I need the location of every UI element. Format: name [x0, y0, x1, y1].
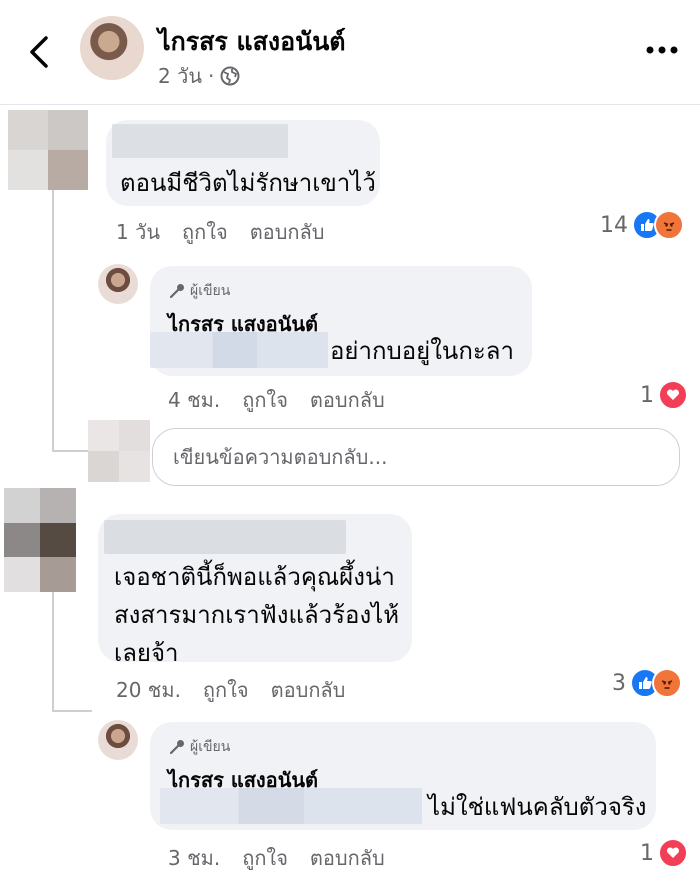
thread-line	[52, 190, 54, 452]
angry-reaction-icon	[652, 668, 682, 698]
microphone-icon	[169, 284, 184, 299]
mentioned-name-blurred	[160, 788, 422, 824]
post-meta: 2 วัน ·	[158, 60, 240, 92]
comment-bubble[interactable]: ตอนมีชีวิตไม่รักษาเขาไว้	[106, 120, 380, 206]
like-button[interactable]: ถูกใจ	[203, 674, 249, 706]
comment-text: ตอนมีชีวิตไม่รักษาเขาไว้	[120, 169, 376, 197]
commenter-avatar[interactable]	[4, 488, 76, 592]
reaction-count: 14	[600, 212, 628, 238]
viewer-avatar	[88, 420, 150, 482]
love-reaction-icon	[658, 380, 688, 410]
reply-input-placeholder: เขียนข้อความตอบกลับ...	[173, 445, 388, 469]
author-badge: ผู้เขียน	[168, 736, 230, 758]
comment-bubble[interactable]: เจอชาตินี้ก็พอแล้วคุณผึ้งน่า สงสารมากเรา…	[98, 514, 412, 667]
meta-separator: ·	[207, 64, 215, 88]
reply-author-avatar[interactable]	[98, 720, 138, 760]
love-reaction-icon	[658, 838, 688, 868]
thread-branch	[52, 450, 92, 452]
reply-author-avatar[interactable]	[98, 264, 138, 304]
more-horizontal-icon[interactable]	[644, 38, 680, 62]
reply-input[interactable]: เขียนข้อความตอบกลับ...	[152, 428, 680, 486]
author-badge: ผู้เขียน	[168, 280, 230, 302]
post-header: ไกรสร แสงอนันต์ 2 วัน ·	[0, 0, 700, 105]
reaction-count: 3	[612, 670, 626, 696]
commenter-name-blurred	[112, 124, 288, 158]
reply-bubble[interactable]: ผู้เขียน ไกรสร แสงอนันต์ ไม่ใช่แฟนคลับตั…	[150, 722, 656, 830]
thread-line	[52, 592, 54, 712]
mentioned-name-blurred	[150, 332, 328, 368]
thread-branch	[52, 710, 92, 712]
reply-actions: 4 ชม. ถูกใจ ตอบกลับ	[168, 384, 385, 416]
reply-bubble[interactable]: ผู้เขียน ไกรสร แสงอนันต์ อย่ากบอยู่ในกะล…	[150, 266, 532, 376]
globe-icon	[220, 66, 240, 86]
reaction-summary[interactable]: 1	[640, 380, 688, 410]
reply-button[interactable]: ตอบกลับ	[310, 842, 385, 874]
reply-actions: 3 ชม. ถูกใจ ตอบกลับ	[168, 842, 385, 874]
like-button[interactable]: ถูกใจ	[242, 384, 288, 416]
reply-time[interactable]: 4 ชม.	[168, 384, 220, 416]
post-time[interactable]: 2 วัน	[158, 60, 202, 92]
microphone-icon	[169, 740, 184, 755]
reply-text: ไม่ใช่แฟนคลับตัวจริง	[428, 793, 647, 821]
comment-time[interactable]: 20 ชม.	[116, 674, 181, 706]
reaction-count: 1	[640, 840, 654, 866]
reply-button[interactable]: ตอบกลับ	[271, 674, 346, 706]
angry-reaction-icon	[654, 210, 684, 240]
reaction-summary[interactable]: 14	[600, 210, 684, 240]
reaction-summary[interactable]: 1	[640, 838, 688, 868]
comment-time[interactable]: 1 วัน	[116, 216, 160, 248]
reaction-summary[interactable]: 3	[612, 668, 682, 698]
comment-actions: 1 วัน ถูกใจ ตอบกลับ	[116, 216, 324, 248]
author-badge-label: ผู้เขียน	[190, 739, 231, 755]
commenter-name-blurred	[104, 520, 346, 554]
reply-button[interactable]: ตอบกลับ	[310, 384, 385, 416]
author-badge-label: ผู้เขียน	[190, 283, 231, 299]
reaction-count: 1	[640, 382, 654, 408]
reply-button[interactable]: ตอบกลับ	[250, 216, 325, 248]
reply-time[interactable]: 3 ชม.	[168, 842, 220, 874]
commenter-avatar[interactable]	[8, 110, 88, 190]
like-button[interactable]: ถูกใจ	[242, 842, 288, 874]
chevron-left-icon[interactable]	[24, 34, 54, 70]
reply-text: อย่ากบอยู่ในกะลา	[330, 337, 514, 365]
author-name[interactable]: ไกรสร แสงอนันต์	[158, 22, 346, 62]
comment-actions: 20 ชม. ถูกใจ ตอบกลับ	[116, 674, 345, 706]
author-avatar[interactable]	[80, 16, 144, 80]
comment-text: เจอชาตินี้ก็พอแล้วคุณผึ้งน่า สงสารมากเรา…	[114, 563, 400, 667]
like-button[interactable]: ถูกใจ	[182, 216, 228, 248]
